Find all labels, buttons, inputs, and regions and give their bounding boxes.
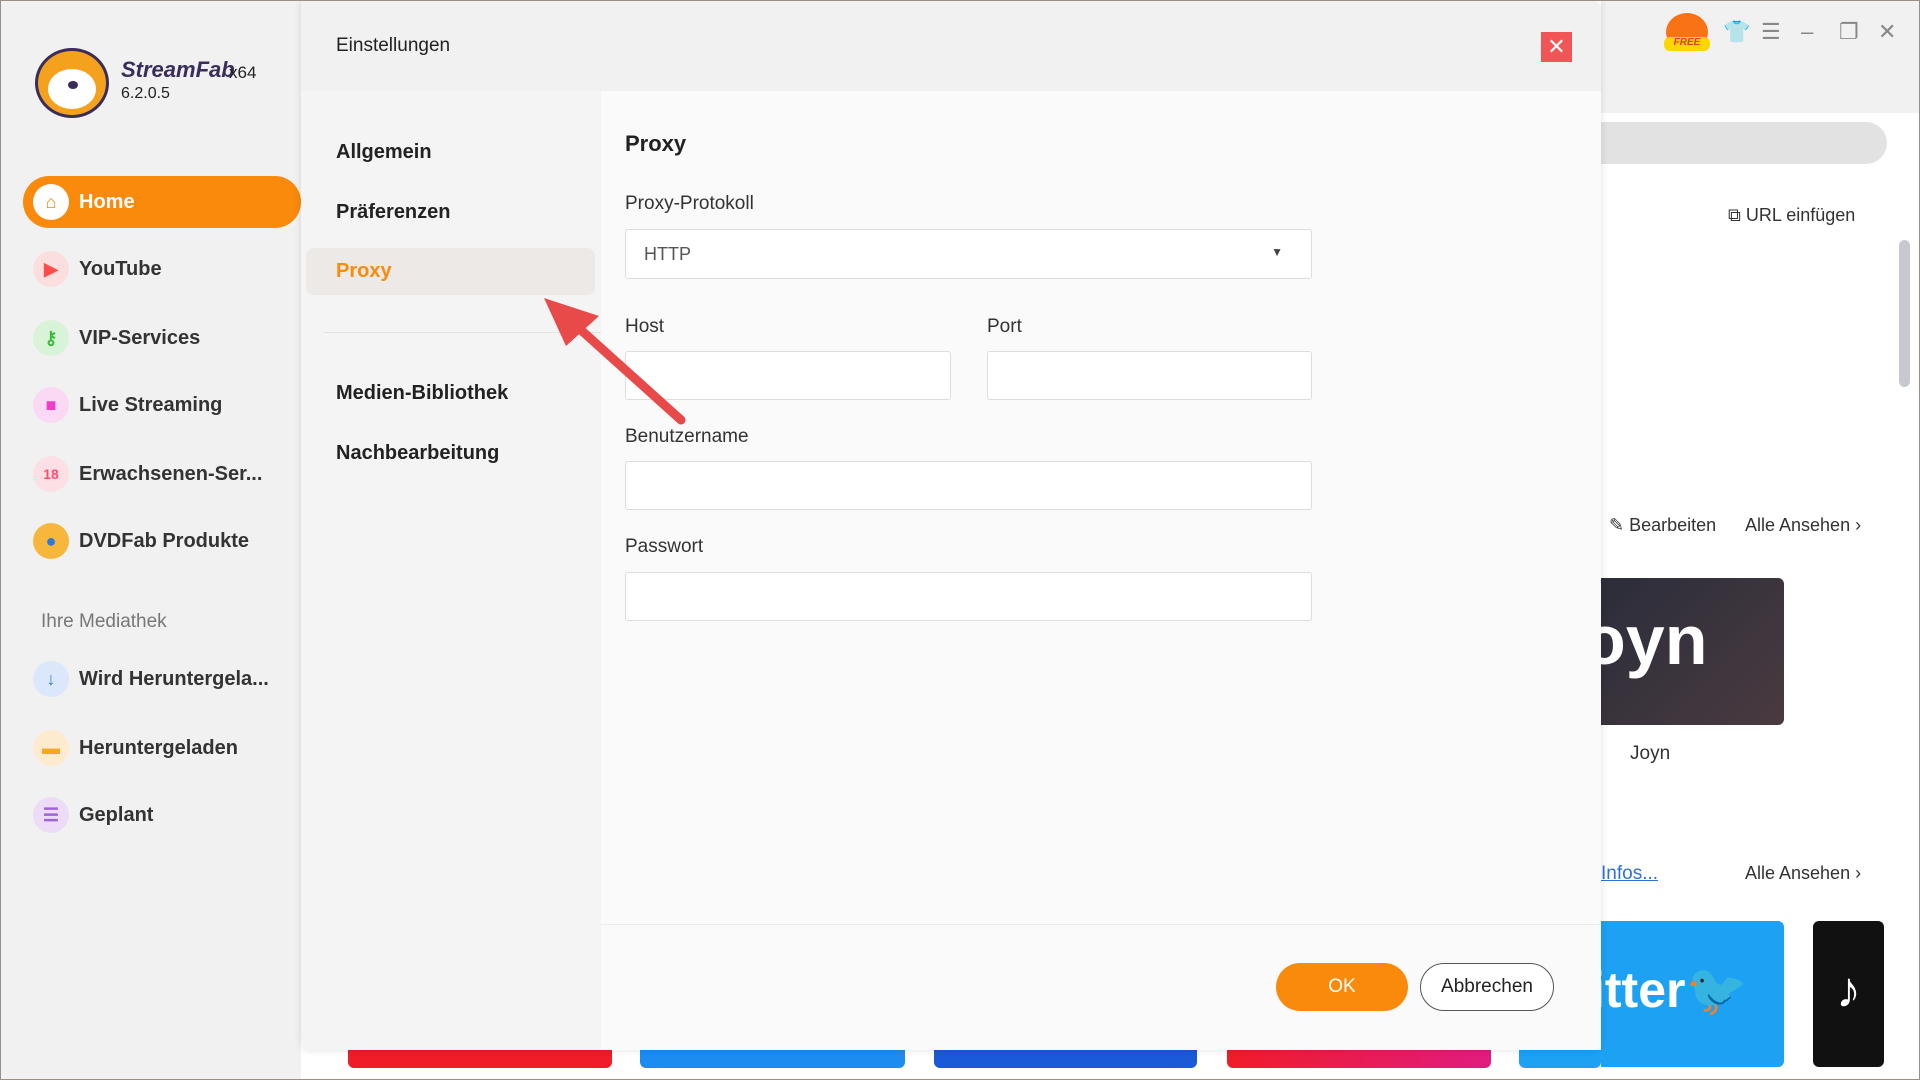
annotation-arrow xyxy=(544,298,686,425)
app-window: StreamFab x64 6.2.0.5 ⌂ Home ▶ YouTube ⚷ VI… xyxy=(0,0,1920,1080)
